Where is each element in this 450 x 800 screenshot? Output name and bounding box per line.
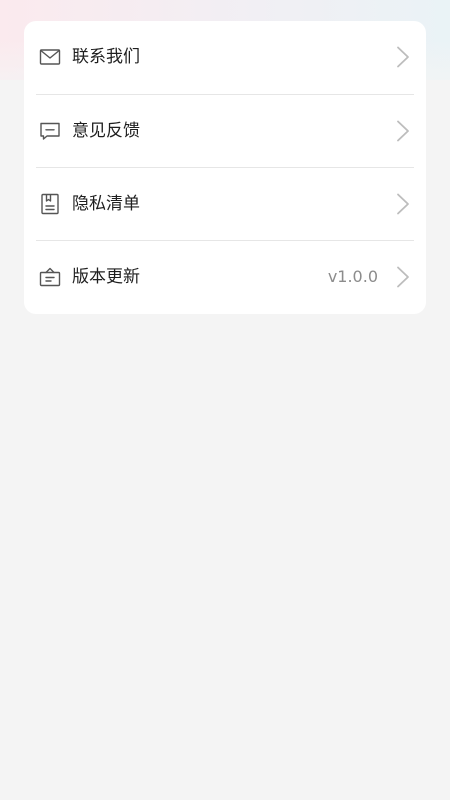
settings-item-version-update[interactable]: 版本更新 v1.0.0 [24,241,426,314]
version-number: v1.0.0 [327,267,378,286]
settings-item-label: 联系我们 [72,47,140,67]
chevron-right-icon [396,46,410,68]
settings-card: 联系我们 意见反馈 隐私清单 版本更新 v1.0.0 [24,21,426,314]
settings-item-label: 意见反馈 [72,121,140,141]
settings-item-label: 版本更新 [72,267,140,287]
settings-item-contact-us[interactable]: 联系我们 [24,21,426,94]
chevron-right-icon [396,266,410,288]
mail-icon [38,45,62,69]
settings-item-privacy-list[interactable]: 隐私清单 [24,168,426,241]
settings-item-feedback[interactable]: 意见反馈 [24,95,426,168]
settings-item-label: 隐私清单 [72,194,140,214]
update-box-icon [38,265,62,289]
feedback-chat-icon [38,119,62,143]
chevron-right-icon [396,193,410,215]
chevron-right-icon [396,120,410,142]
privacy-document-icon [38,192,62,216]
